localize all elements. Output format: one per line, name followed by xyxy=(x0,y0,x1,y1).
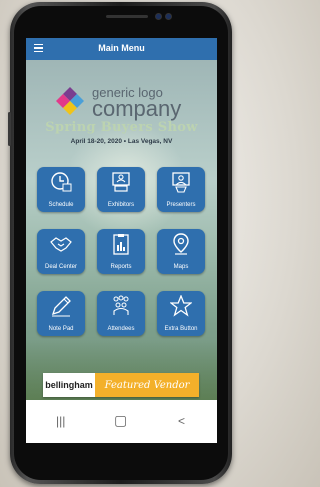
logo-text-line2: company xyxy=(92,96,182,121)
top-bar: Main Menu xyxy=(26,38,217,60)
volume-button xyxy=(8,112,11,146)
clipboard-chart-icon xyxy=(113,234,129,255)
tile-label: Schedule xyxy=(48,202,74,208)
pencil-icon xyxy=(51,296,71,317)
show-name: Spring Buyers Show xyxy=(45,120,198,135)
tile-schedule[interactable]: Schedule xyxy=(37,167,85,212)
map-pin-icon xyxy=(173,233,189,255)
tile-reports[interactable]: Reports xyxy=(97,229,145,274)
tile-label: Maps xyxy=(173,264,189,270)
tile-label: Attendees xyxy=(107,326,135,332)
app-screen: Main Menu generic logo company Spring Bu… xyxy=(26,38,217,443)
back-button[interactable]: < xyxy=(178,414,185,428)
tile-maps[interactable]: Maps xyxy=(157,229,205,274)
clock-calendar-icon xyxy=(51,172,72,192)
tile-label: Presenters xyxy=(166,202,196,208)
presenter-podium-icon xyxy=(172,172,190,193)
tile-label: Note Pad xyxy=(48,326,74,332)
system-nav-bar: ||| ▢ < xyxy=(26,400,217,443)
vendor-tagline: Featured Vendor xyxy=(95,373,199,397)
people-group-icon xyxy=(113,295,129,315)
tile-extra-button[interactable]: Extra Button xyxy=(157,291,205,336)
tile-label: Extra Button xyxy=(164,326,198,332)
tile-label: Deal Center xyxy=(44,264,77,270)
tile-presenters[interactable]: Presenters xyxy=(157,167,205,212)
front-camera xyxy=(156,14,161,19)
handshake-icon xyxy=(50,237,72,252)
speaker-grille xyxy=(106,15,148,18)
star-icon xyxy=(170,295,192,317)
recent-apps-button[interactable]: ||| xyxy=(56,414,65,428)
show-date: April 18-20, 2020 • Las Vegas, NV xyxy=(70,138,173,145)
featured-vendor-banner[interactable]: bellingham Featured Vendor xyxy=(43,373,199,397)
tile-deal-center[interactable]: Deal Center xyxy=(37,229,85,274)
tile-exhibitors[interactable]: Exhibitors xyxy=(97,167,145,212)
tile-note-pad[interactable]: Note Pad xyxy=(37,291,85,336)
front-sensor xyxy=(166,14,171,19)
tile-label: Exhibitors xyxy=(107,202,135,208)
exhibitor-booth-icon xyxy=(112,172,130,192)
company-logo-icon xyxy=(56,87,84,115)
home-button[interactable]: ▢ xyxy=(114,412,127,429)
tile-attendees[interactable]: Attendees xyxy=(97,291,145,336)
page-title: Main Menu xyxy=(98,43,145,53)
tile-label: Reports xyxy=(110,264,132,270)
event-banner: generic logo company Spring Buyers Show … xyxy=(40,83,203,155)
vendor-brand: bellingham xyxy=(43,373,95,397)
